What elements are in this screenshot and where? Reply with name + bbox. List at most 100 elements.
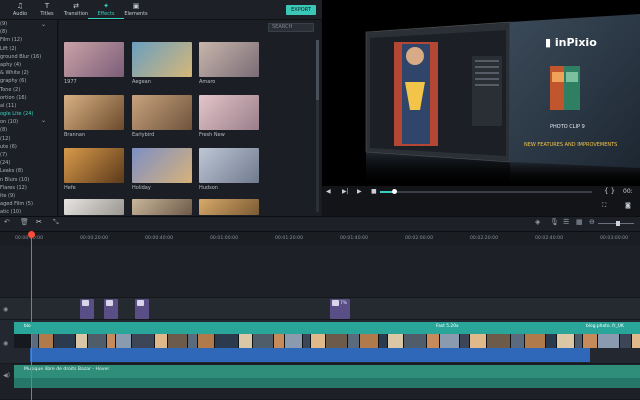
category-item[interactable]: on (10)	[0, 118, 57, 126]
effect-thumbnail[interactable]	[64, 95, 124, 130]
category-item[interactable]: aged Film (5)	[0, 200, 57, 208]
video-thumbnail	[486, 334, 510, 348]
video-thumbnail	[347, 334, 359, 348]
category-item[interactable]: Flares (12)	[0, 184, 57, 192]
stop-icon[interactable]: ■	[371, 188, 377, 195]
playhead[interactable]	[31, 232, 32, 400]
category-item[interactable]: Tone (2)	[0, 86, 57, 94]
category-item[interactable]: (12)	[0, 135, 57, 143]
undo-icon[interactable]: ↶	[4, 218, 10, 226]
effect-thumbnail[interactable]	[64, 199, 124, 215]
ruler-tick-label: 00:01:00:00	[210, 236, 239, 241]
category-item[interactable]: (8)	[0, 126, 57, 134]
speaker-icon[interactable]: ◀)	[3, 372, 10, 379]
effect-label: Hefe	[64, 185, 76, 191]
microphone-icon[interactable]: 🎙	[550, 218, 559, 226]
eye-icon[interactable]: ◉	[3, 306, 8, 313]
ruler-tick-label: 00:00:40:00	[145, 236, 174, 241]
fullscreen-icon[interactable]: ⛶	[602, 202, 606, 210]
zoom-out-icon[interactable]: ⊖	[589, 218, 595, 226]
chevron-down-icon[interactable]: ⌄	[41, 21, 46, 28]
category-item[interactable]: graphy (6)	[0, 77, 57, 85]
playback-handle[interactable]	[392, 189, 397, 194]
video-thumbnail	[582, 334, 597, 348]
effect-clip-icon	[137, 300, 144, 306]
effects-track[interactable]	[0, 298, 640, 320]
empty-track[interactable]	[0, 246, 640, 298]
playhead-handle[interactable]	[28, 231, 35, 238]
playback-progress[interactable]	[380, 191, 592, 193]
effect-thumbnail[interactable]	[199, 42, 259, 77]
delete-icon[interactable]: 🗑	[20, 218, 29, 226]
category-item[interactable]: Leaks (8)	[0, 167, 57, 175]
timecode-display: 00:	[623, 188, 633, 195]
effect-thumbnail[interactable]	[199, 199, 259, 215]
effects-scroll-thumb[interactable]	[316, 40, 319, 100]
play-back-icon[interactable]: ▶|	[342, 188, 349, 195]
camera-icon[interactable]: ◙	[625, 202, 631, 209]
video-thumbnail	[252, 334, 273, 348]
category-item[interactable]: (7)	[0, 151, 57, 159]
ruler-tick-label: 00:02:20:00	[470, 236, 499, 241]
category-item[interactable]: ground Blur (16)	[0, 53, 57, 61]
ruler-tick-label: 00:02:40:00	[535, 236, 564, 241]
video-thumbnail	[459, 334, 469, 348]
tab-label: Transition	[63, 11, 89, 17]
effect-thumbnail[interactable]	[199, 148, 259, 183]
effect-thumbnail[interactable]	[199, 95, 259, 130]
preview-frame	[365, 14, 640, 186]
effect-label: Fresh New	[199, 132, 225, 138]
bracket-icon[interactable]: { }	[604, 187, 615, 195]
video-clip-band[interactable]	[14, 322, 640, 334]
category-item[interactable]: ute (6)	[0, 143, 57, 151]
video-thumbnail	[302, 334, 310, 348]
effects-category-list[interactable]: (9) (8) Film (12) Lift (2) ground Blur (16) a…	[0, 20, 58, 216]
video-clip-label-end: blog.photo..fr_UK	[586, 324, 624, 329]
video-thumbnail	[325, 334, 347, 348]
search-input[interactable]: SEARCH	[268, 23, 314, 32]
tab-label: Audio	[12, 11, 28, 17]
snapshot-icon[interactable]: ▦	[576, 218, 583, 226]
effect-thumbnail[interactable]	[132, 42, 192, 77]
category-item[interactable]: Film (12)	[0, 36, 57, 44]
export-button[interactable]: EXPORT	[286, 5, 316, 15]
effect-thumbnail[interactable]	[64, 42, 124, 77]
category-item[interactable]: aphy (4)	[0, 61, 57, 69]
eye-icon[interactable]: ◉	[3, 340, 8, 347]
effect-label: Amaro	[199, 79, 216, 85]
category-item[interactable]: (24)	[0, 159, 57, 167]
category-item[interactable]: ogle Lite (24)	[0, 110, 57, 118]
shield-icon[interactable]: ◈	[535, 218, 540, 226]
effect-label: Holiday	[132, 185, 151, 191]
effect-thumbnail[interactable]	[64, 148, 124, 183]
category-item[interactable]: atic (10)	[0, 208, 57, 216]
crop-icon[interactable]: ⤡	[53, 218, 59, 227]
cut-icon[interactable]: ✂	[36, 218, 42, 226]
effect-thumbnail[interactable]	[132, 199, 192, 215]
category-item[interactable]: ortion (16)	[0, 94, 57, 102]
category-item[interactable]: ite (9)	[0, 192, 57, 200]
video-audio-waveform[interactable]	[30, 348, 590, 362]
video-thumbnail	[545, 334, 556, 348]
video-thumbnail	[619, 334, 631, 348]
effect-clip-icon	[106, 300, 113, 306]
video-thumbnail	[75, 334, 87, 348]
video-thumbnail	[310, 334, 325, 348]
step-back-icon[interactable]: ◀	[326, 188, 331, 195]
category-item[interactable]: n Blurs (10)	[0, 176, 57, 184]
layers-icon[interactable]: ☰	[563, 218, 569, 226]
video-thumbnail	[378, 334, 387, 348]
effect-thumbnail[interactable]	[132, 148, 192, 183]
chevron-down-icon[interactable]: ⌄	[41, 117, 46, 124]
timeline-ruler[interactable]: 00:00:00:00 00:00:20:00 00:00:40:00 00:01:0…	[0, 232, 640, 246]
zoom-slider-handle[interactable]	[616, 221, 620, 226]
play-icon[interactable]: ▶	[357, 188, 362, 195]
tab-elements[interactable]: ▣ Elements	[118, 2, 154, 19]
effect-thumbnail[interactable]	[132, 95, 192, 130]
video-thumbnail	[359, 334, 378, 348]
category-item[interactable]: (8)	[0, 28, 57, 36]
category-item[interactable]: & White (2)	[0, 69, 57, 77]
category-item[interactable]: al (11)	[0, 102, 57, 110]
category-item[interactable]: (9)	[0, 20, 57, 28]
category-item[interactable]: Lift (2)	[0, 45, 57, 53]
